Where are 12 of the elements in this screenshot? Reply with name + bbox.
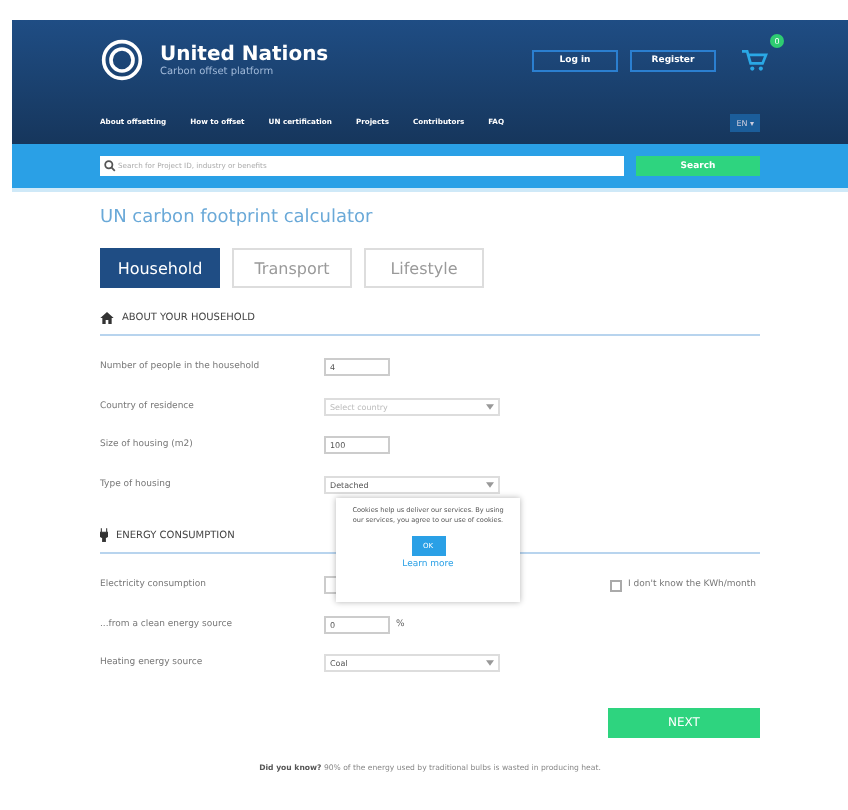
caret-icon xyxy=(486,660,494,667)
cart-icon[interactable] xyxy=(740,48,768,72)
logo-icon xyxy=(100,38,144,82)
house-icon xyxy=(100,312,114,324)
tab[interactable]: Household xyxy=(100,248,220,288)
brand-title: United Nations xyxy=(160,43,329,65)
caret-icon xyxy=(486,403,494,410)
page-title: UN carbon footprint calculator xyxy=(100,208,375,228)
caret-icon xyxy=(486,481,494,488)
plug-icon xyxy=(100,528,108,542)
checkbox[interactable] xyxy=(610,579,622,592)
search-icon xyxy=(104,160,116,172)
